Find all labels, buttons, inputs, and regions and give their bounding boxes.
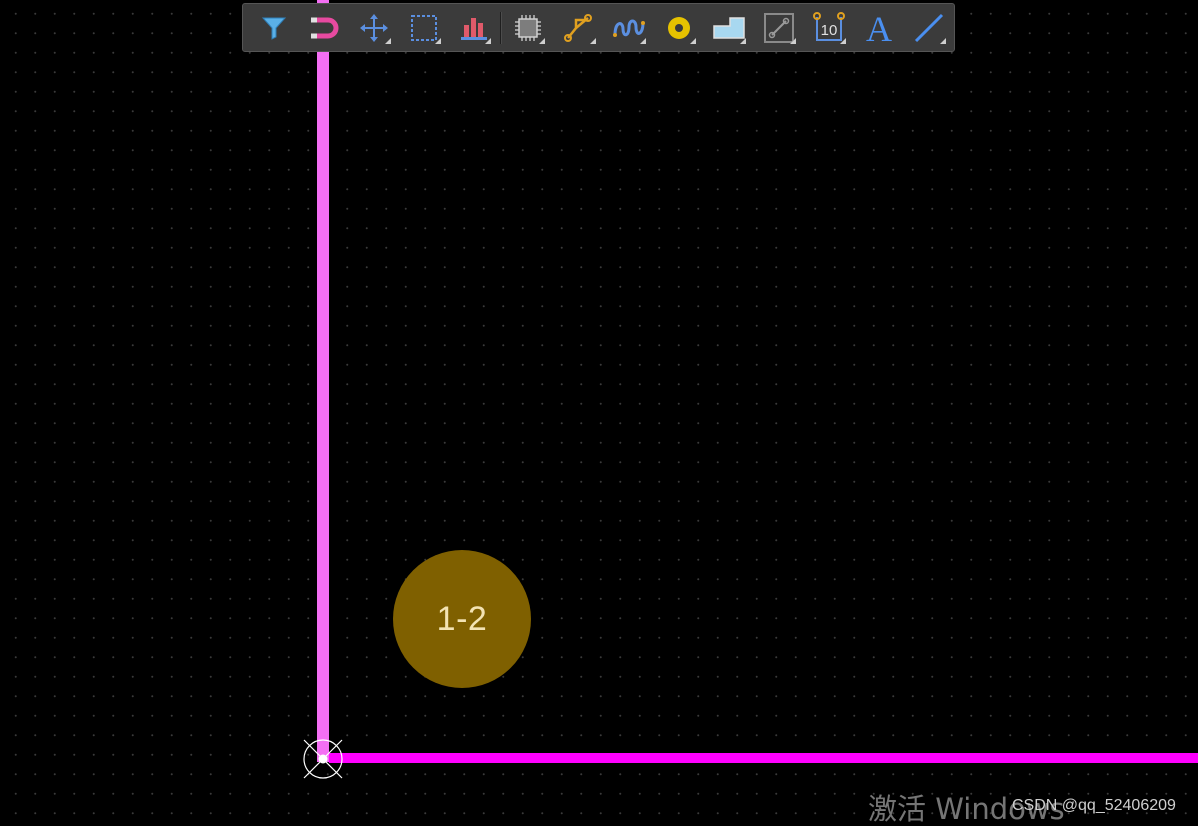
keepout-dropdown-arrow[interactable] (789, 37, 796, 44)
move-dropdown-arrow[interactable] (385, 37, 392, 44)
length-tune-dropdown-arrow[interactable] (639, 37, 646, 44)
filter-icon (261, 17, 287, 40)
line-dropdown-arrow[interactable] (940, 37, 947, 44)
toolbar-separator (500, 11, 503, 44)
pad[interactable]: 1-2 (393, 550, 531, 688)
text-icon: A (866, 11, 892, 45)
align-button[interactable] (449, 6, 499, 50)
track-vertical[interactable] (317, 0, 329, 762)
pcb-canvas[interactable]: 10 A 1-2 激活 Windows CSDN @qq_52406209 (0, 0, 1198, 826)
magnet-icon (311, 17, 339, 38)
polygon-pour-button[interactable] (704, 6, 754, 50)
via-dropdown-arrow[interactable] (689, 37, 696, 44)
crosshair-cursor-icon (303, 739, 343, 779)
length-tuning-button[interactable] (604, 6, 654, 50)
polygon-dropdown-arrow[interactable] (739, 37, 746, 44)
place-component-button[interactable] (503, 6, 553, 50)
select-dropdown-arrow[interactable] (435, 37, 442, 44)
routing-dropdown-arrow[interactable] (589, 37, 596, 44)
dimension-dropdown-arrow[interactable] (839, 37, 846, 44)
select-button[interactable] (399, 6, 449, 50)
text-tool-glyph: A (866, 11, 892, 45)
active-bar-toolbar: 10 A (242, 3, 955, 52)
place-via-button[interactable] (654, 6, 704, 50)
keepout-button[interactable] (754, 6, 804, 50)
place-line-button[interactable] (904, 6, 954, 50)
pad-label: 1-2 (436, 599, 488, 638)
place-text-button[interactable]: A (854, 6, 904, 50)
move-button[interactable] (349, 6, 399, 50)
filter-button[interactable] (249, 6, 299, 50)
dimension-value-text: 10 (821, 22, 838, 39)
track-horizontal[interactable] (329, 753, 1198, 763)
dimension-button[interactable]: 10 (804, 6, 854, 50)
snap-magnet-button[interactable] (299, 6, 349, 50)
csdn-credit-text: CSDN @qq_52406209 (1012, 797, 1176, 814)
component-dropdown-arrow[interactable] (539, 37, 546, 44)
via-icon (667, 16, 690, 39)
align-dropdown-arrow[interactable] (485, 37, 492, 44)
interactive-routing-button[interactable] (553, 6, 603, 50)
